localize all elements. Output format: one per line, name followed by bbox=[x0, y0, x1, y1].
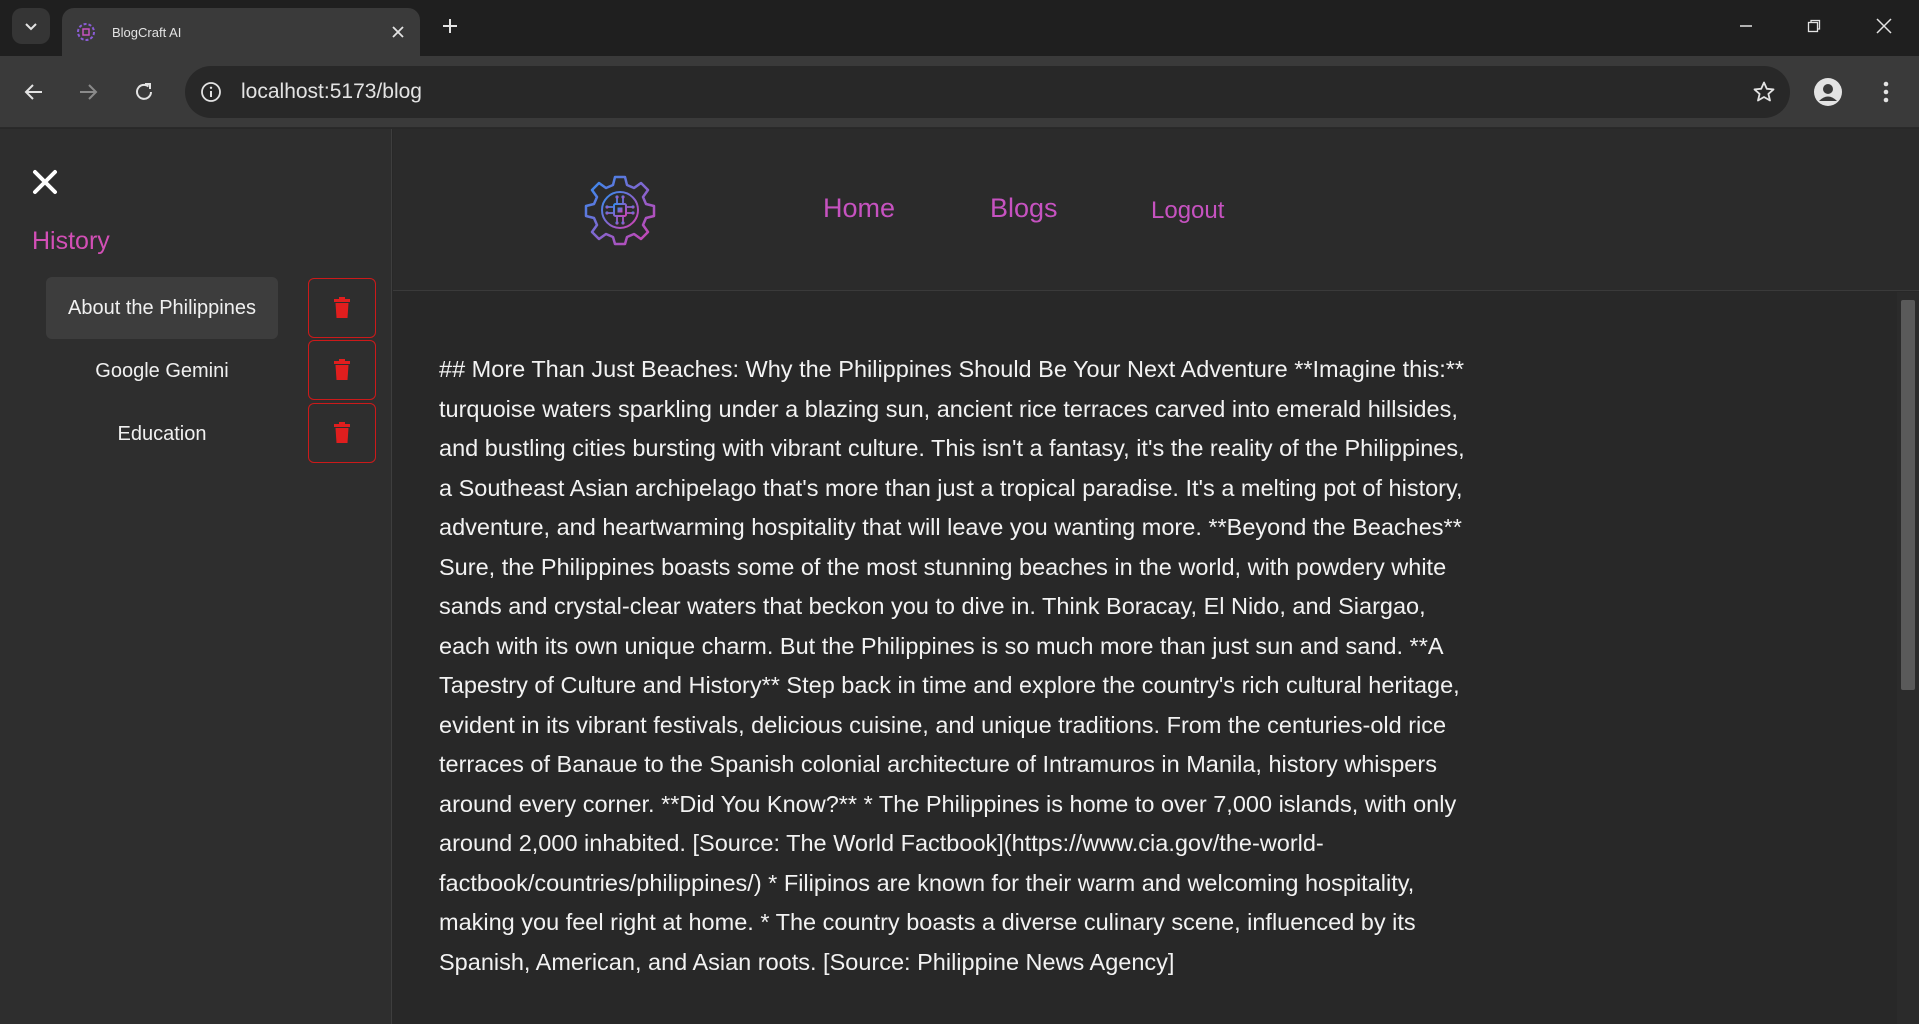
blog-post-text: ## More Than Just Beaches: Why the Phili… bbox=[439, 356, 1465, 975]
blogcraft-favicon-icon bbox=[77, 23, 95, 41]
nav-home-link[interactable]: Home bbox=[823, 193, 895, 224]
history-item-about-the-philippines[interactable]: About the Philippines bbox=[46, 277, 278, 339]
plus-icon bbox=[443, 19, 457, 33]
nav-logout-link[interactable]: Logout bbox=[1151, 197, 1224, 225]
window-close-button[interactable] bbox=[1848, 0, 1919, 52]
browser-toolbar: localhost:5173/blog bbox=[0, 56, 1919, 128]
browser-tabstrip: BlogCraft AI bbox=[0, 0, 1919, 56]
tab-search-button[interactable] bbox=[12, 8, 50, 44]
trash-icon bbox=[334, 297, 350, 318]
info-icon bbox=[201, 82, 221, 102]
blogcraft-logo-icon[interactable] bbox=[583, 173, 657, 247]
browser-tab[interactable]: BlogCraft AI bbox=[62, 8, 420, 56]
browser-menu-button[interactable] bbox=[1868, 74, 1904, 110]
back-button[interactable] bbox=[14, 72, 54, 112]
new-tab-button[interactable] bbox=[432, 8, 468, 44]
blog-content-area: ## More Than Just Beaches: Why the Phili… bbox=[393, 292, 1897, 1024]
trash-icon bbox=[334, 422, 350, 443]
url-text[interactable]: localhost:5173/blog bbox=[241, 80, 1738, 104]
bookmark-button[interactable] bbox=[1738, 80, 1790, 104]
forward-button[interactable] bbox=[68, 72, 108, 112]
delete-button-google-gemini[interactable] bbox=[308, 340, 376, 400]
history-item-google-gemini[interactable]: Google Gemini bbox=[46, 340, 278, 402]
nav-blogs-link[interactable]: Blogs bbox=[990, 193, 1058, 224]
close-sidebar-button[interactable] bbox=[28, 165, 62, 199]
close-icon bbox=[33, 170, 57, 194]
chevron-down-icon bbox=[25, 23, 37, 31]
site-info-button[interactable] bbox=[185, 81, 237, 103]
delete-button-education[interactable] bbox=[308, 403, 376, 463]
minimize-icon bbox=[1740, 25, 1752, 27]
star-icon bbox=[1753, 81, 1775, 102]
scrollbar-thumb[interactable] bbox=[1901, 300, 1915, 690]
close-icon bbox=[1876, 18, 1892, 34]
history-sidebar: History About the Philippines Google Gem… bbox=[0, 129, 392, 1024]
tab-close-button[interactable] bbox=[380, 14, 416, 50]
app-page: History About the Philippines Google Gem… bbox=[0, 129, 1919, 1024]
page-scrollbar[interactable] bbox=[1897, 292, 1919, 1024]
more-vert-icon bbox=[1883, 81, 1889, 103]
trash-icon bbox=[334, 359, 350, 380]
close-icon bbox=[392, 26, 404, 38]
tab-title: BlogCraft AI bbox=[112, 24, 182, 40]
profile-button[interactable] bbox=[1810, 74, 1846, 110]
reload-button[interactable] bbox=[124, 72, 164, 112]
history-item-education[interactable]: Education bbox=[46, 403, 278, 465]
arrow-right-icon bbox=[80, 84, 98, 100]
restore-icon bbox=[1807, 19, 1821, 33]
delete-button-about-the-philippines[interactable] bbox=[308, 278, 376, 338]
account-icon bbox=[1814, 78, 1842, 106]
address-bar[interactable]: localhost:5173/blog bbox=[185, 66, 1790, 118]
history-heading: History bbox=[32, 227, 110, 255]
reload-icon bbox=[136, 83, 152, 100]
site-header: Home Blogs Logout bbox=[393, 129, 1919, 291]
minimize-button[interactable] bbox=[1710, 0, 1782, 52]
arrow-left-icon bbox=[24, 84, 42, 100]
restore-button[interactable] bbox=[1778, 0, 1850, 52]
